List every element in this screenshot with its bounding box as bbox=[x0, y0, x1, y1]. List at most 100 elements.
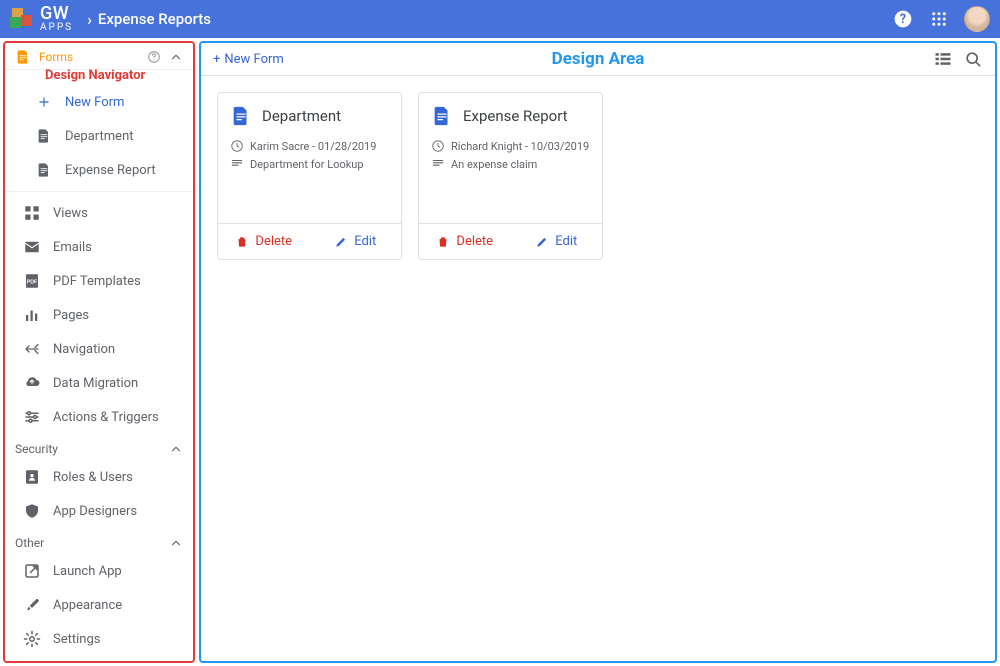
sidebar-item-pdf-templates[interactable]: PDF Templates bbox=[5, 264, 193, 298]
section-title: Security bbox=[15, 442, 169, 456]
help-icon[interactable] bbox=[147, 50, 161, 64]
sidebar-new-form[interactable]: New Form bbox=[5, 85, 193, 119]
users-icon bbox=[23, 468, 41, 486]
logo-icon bbox=[10, 8, 36, 30]
avatar[interactable] bbox=[964, 6, 990, 32]
sidebar-section-other[interactable]: Other bbox=[5, 528, 193, 554]
label: New Form bbox=[224, 52, 283, 67]
breadcrumb[interactable]: › Expense Reports bbox=[87, 10, 211, 29]
label: Edit bbox=[555, 234, 577, 249]
label: App Designers bbox=[53, 504, 137, 519]
card-author-date: Richard Knight - 10/03/2019 bbox=[451, 140, 589, 153]
pencil-icon bbox=[535, 235, 549, 249]
grid-icon bbox=[23, 204, 41, 222]
design-area: + New Form Design Area Department bbox=[199, 41, 997, 663]
trash-icon bbox=[436, 235, 450, 249]
sidebar-item-appearance[interactable]: Appearance bbox=[5, 588, 193, 622]
logo-text-sub: APPS bbox=[40, 23, 73, 33]
description-icon bbox=[230, 157, 244, 171]
sidebar-item-data-migration[interactable]: Data Migration bbox=[5, 366, 193, 400]
content-toolbar: + New Form Design Area bbox=[201, 43, 995, 76]
design-navigator: Forms Design Navigator New Form Departme… bbox=[3, 41, 195, 663]
chart-icon bbox=[23, 306, 41, 324]
clock-icon bbox=[230, 139, 244, 153]
pdf-icon bbox=[23, 272, 41, 290]
brush-icon bbox=[23, 596, 41, 614]
search-icon[interactable] bbox=[963, 49, 983, 69]
doc-icon bbox=[15, 49, 31, 65]
description-icon bbox=[431, 157, 445, 171]
label: Navigation bbox=[53, 342, 115, 357]
label: Data Migration bbox=[53, 376, 138, 391]
chevron-up-icon bbox=[169, 536, 183, 550]
help-icon[interactable]: ? bbox=[892, 8, 914, 30]
logo[interactable]: GW APPS bbox=[10, 5, 73, 33]
edit-button[interactable]: Edit bbox=[310, 224, 402, 259]
sidebar-item-actions-triggers[interactable]: Actions & Triggers bbox=[5, 400, 193, 434]
svg-text:?: ? bbox=[900, 12, 906, 27]
chevron-right-icon: › bbox=[87, 10, 92, 29]
label: Settings bbox=[53, 632, 100, 647]
card-title-label: Expense Report bbox=[463, 107, 568, 125]
sidebar-form-department[interactable]: Department bbox=[5, 119, 193, 153]
form-card-department: Department Karim Sacre - 01/28/2019 Depa… bbox=[217, 92, 402, 260]
sidebar-item-history[interactable]: History bbox=[5, 656, 193, 663]
chevron-up-icon[interactable] bbox=[169, 50, 183, 64]
plus-icon: + bbox=[213, 52, 220, 67]
cloud-upload-icon bbox=[23, 374, 41, 392]
gear-icon bbox=[23, 630, 41, 648]
sidebar-item-launch-app[interactable]: Launch App bbox=[5, 554, 193, 588]
delete-button[interactable]: Delete bbox=[419, 224, 511, 259]
label: Edit bbox=[354, 234, 376, 249]
annotation-design-navigator: Design Navigator bbox=[5, 68, 193, 85]
launch-icon bbox=[23, 562, 41, 580]
topbar: GW APPS › Expense Reports ? bbox=[0, 0, 1000, 38]
breadcrumb-label: Expense Reports bbox=[98, 10, 211, 28]
form-card-expense-report: Expense Report Richard Knight - 10/03/20… bbox=[418, 92, 603, 260]
chevron-up-icon bbox=[169, 442, 183, 456]
apps-icon[interactable] bbox=[928, 8, 950, 30]
card-author-date: Karim Sacre - 01/28/2019 bbox=[250, 140, 376, 153]
sidebar-section-security[interactable]: Security bbox=[5, 434, 193, 460]
sidebar-section-forms[interactable]: Forms bbox=[5, 43, 193, 70]
list-view-icon[interactable] bbox=[933, 49, 953, 69]
sidebar-item-emails[interactable]: Emails bbox=[5, 230, 193, 264]
sidebar-form-expense-report[interactable]: Expense Report bbox=[5, 153, 193, 187]
label: Pages bbox=[53, 308, 89, 323]
label: Views bbox=[53, 206, 88, 221]
sidebar-item-roles-users[interactable]: Roles & Users bbox=[5, 460, 193, 494]
label: Department bbox=[65, 129, 134, 144]
label: Emails bbox=[53, 240, 92, 255]
pencil-icon bbox=[334, 235, 348, 249]
sidebar-item-pages[interactable]: Pages bbox=[5, 298, 193, 332]
plus-icon bbox=[35, 93, 53, 111]
sidebar-item-app-designers[interactable]: App Designers bbox=[5, 494, 193, 528]
clock-icon bbox=[431, 139, 445, 153]
card-title-label: Department bbox=[262, 107, 341, 125]
sidebar-item-settings[interactable]: Settings bbox=[5, 622, 193, 656]
label: PDF Templates bbox=[53, 274, 141, 289]
sidebar-item-navigation[interactable]: Navigation bbox=[5, 332, 193, 366]
navigation-icon bbox=[23, 340, 41, 358]
tune-icon bbox=[23, 408, 41, 426]
sidebar-item-views[interactable]: Views bbox=[5, 196, 193, 230]
trash-icon bbox=[235, 235, 249, 249]
label: Expense Report bbox=[65, 163, 156, 178]
mail-icon bbox=[23, 238, 41, 256]
logo-text-main: GW bbox=[40, 3, 69, 24]
doc-icon bbox=[230, 105, 252, 127]
cards-container: Department Karim Sacre - 01/28/2019 Depa… bbox=[201, 76, 995, 276]
doc-icon bbox=[431, 105, 453, 127]
delete-button[interactable]: Delete bbox=[218, 224, 310, 259]
new-form-button[interactable]: + New Form bbox=[213, 52, 284, 67]
section-title: Forms bbox=[39, 50, 147, 64]
label: Launch App bbox=[53, 564, 122, 579]
label: Appearance bbox=[53, 598, 122, 613]
card-description: Department for Lookup bbox=[250, 158, 364, 171]
label: Actions & Triggers bbox=[53, 410, 159, 425]
label: Delete bbox=[456, 234, 493, 249]
label: Roles & Users bbox=[53, 470, 133, 485]
section-title: Other bbox=[15, 536, 169, 550]
card-description: An expense claim bbox=[451, 158, 537, 171]
edit-button[interactable]: Edit bbox=[511, 224, 603, 259]
